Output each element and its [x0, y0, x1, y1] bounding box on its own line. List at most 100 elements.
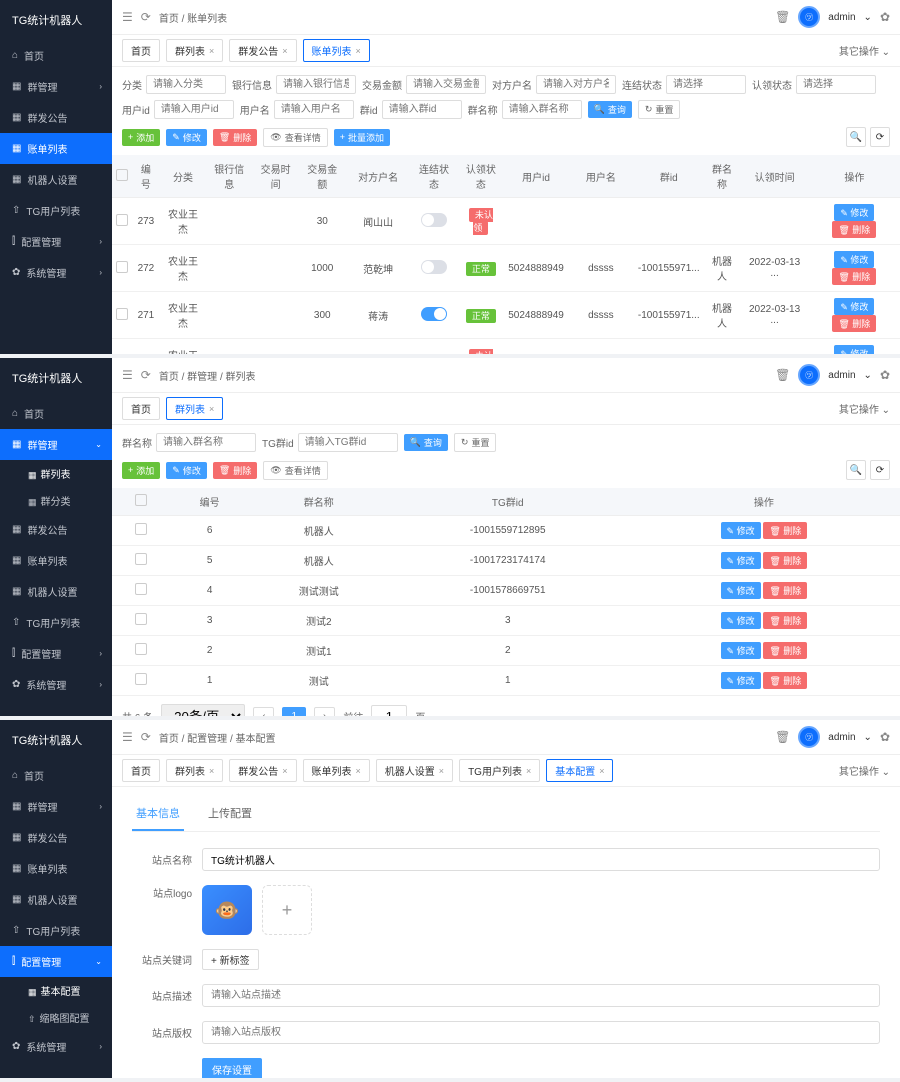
search-button[interactable]: 🔍 查询 — [404, 434, 448, 451]
refresh-icon[interactable]: ⟳ — [870, 127, 890, 147]
tab-bill-list[interactable]: 账单列表× — [303, 39, 370, 62]
groupname-input[interactable] — [156, 433, 256, 452]
reset-button[interactable]: ↻ 重置 — [454, 433, 497, 452]
nav-sys-mgmt[interactable]: ✿系统管理› — [0, 669, 112, 700]
username-label[interactable]: admin — [828, 370, 855, 381]
row-checkbox[interactable] — [116, 308, 128, 320]
detail-button[interactable]: 👁 查看详情 — [263, 128, 327, 147]
other-ops-dropdown[interactable]: 其它操作 ⌄ — [839, 401, 890, 416]
nav-group-list[interactable]: ▦群列表 — [0, 460, 112, 487]
goto-page-input[interactable] — [371, 705, 407, 716]
nav-broadcast[interactable]: ▦群发公告 — [0, 822, 112, 853]
page-1-button[interactable]: 1 — [282, 707, 306, 716]
gear-icon[interactable]: ✿ — [880, 10, 890, 24]
nav-home[interactable]: ⌂首页 — [0, 398, 112, 429]
tab-basic-info[interactable]: 基本信息 — [132, 797, 184, 831]
conn-status-select[interactable] — [666, 75, 746, 94]
tab-group-list[interactable]: 群列表× — [166, 759, 223, 782]
tab-broadcast[interactable]: 群发公告× — [229, 759, 296, 782]
row-checkbox[interactable] — [135, 673, 147, 685]
other-ops-dropdown[interactable]: 其它操作 ⌄ — [839, 43, 890, 58]
nav-basic-config[interactable]: ▦基本配置 — [0, 977, 112, 1004]
username-input[interactable] — [274, 100, 354, 119]
row-edit-button[interactable]: ✎ 修改 — [721, 522, 761, 539]
site-name-input[interactable] — [202, 848, 880, 871]
avatar[interactable]: ㋡ — [798, 364, 820, 386]
refresh-icon[interactable]: ⟳ — [141, 730, 151, 744]
row-checkbox[interactable] — [135, 553, 147, 565]
userid-input[interactable] — [154, 100, 234, 119]
nav-tg-users[interactable]: ⇧TG用户列表 — [0, 607, 112, 638]
nav-sys-mgmt[interactable]: ✿系统管理› — [0, 1031, 112, 1062]
reset-button[interactable]: ↻ 重置 — [638, 100, 681, 119]
nav-bill-list[interactable]: ▦账单列表 — [0, 853, 112, 884]
conn-toggle[interactable] — [421, 354, 447, 355]
tab-home[interactable]: 首页 — [122, 39, 160, 62]
nav-tg-users[interactable]: ⇧TG用户列表 — [0, 915, 112, 946]
copyright-input[interactable] — [202, 1021, 880, 1044]
tab-upload-config[interactable]: 上传配置 — [204, 797, 256, 831]
bank-input[interactable] — [276, 75, 356, 94]
row-edit-button[interactable]: ✎ 修改 — [721, 612, 761, 629]
refresh-icon[interactable]: ⟳ — [141, 368, 151, 382]
claim-status-select[interactable] — [796, 75, 876, 94]
save-button[interactable]: 保存设置 — [202, 1058, 262, 1078]
row-delete-button[interactable]: 🗑 删除 — [832, 221, 876, 238]
close-icon[interactable]: × — [209, 46, 214, 56]
close-icon[interactable]: × — [439, 766, 444, 776]
row-delete-button[interactable]: 🗑 删除 — [832, 315, 876, 332]
nav-home[interactable]: ⌂首页 — [0, 40, 112, 71]
menu-toggle-icon[interactable]: ☰ — [122, 10, 133, 24]
tab-group-list[interactable]: 群列表× — [166, 39, 223, 62]
row-delete-button[interactable]: 🗑 删除 — [763, 522, 807, 539]
nav-group-mgmt[interactable]: ▦群管理› — [0, 791, 112, 822]
row-delete-button[interactable]: 🗑 删除 — [763, 612, 807, 629]
row-edit-button[interactable]: ✎ 修改 — [721, 552, 761, 569]
nav-bill-list[interactable]: ▦账单列表 — [0, 545, 112, 576]
close-icon[interactable]: × — [599, 766, 604, 776]
menu-toggle-icon[interactable]: ☰ — [122, 730, 133, 744]
nav-tg-users[interactable]: ⇧TG用户列表 — [0, 195, 112, 226]
trash-icon[interactable]: 🗑 — [775, 368, 790, 382]
avatar[interactable]: ㋡ — [798, 6, 820, 28]
row-delete-button[interactable]: 🗑 删除 — [763, 552, 807, 569]
edit-button[interactable]: ✎ 修改 — [166, 129, 207, 146]
close-icon[interactable]: × — [209, 404, 214, 414]
close-icon[interactable]: × — [282, 46, 287, 56]
close-icon[interactable]: × — [356, 46, 361, 56]
row-edit-button[interactable]: ✎ 修改 — [834, 298, 874, 315]
refresh-icon[interactable]: ⟳ — [141, 10, 151, 24]
search-icon[interactable]: 🔍 — [846, 460, 866, 480]
row-checkbox[interactable] — [135, 523, 147, 535]
search-icon[interactable]: 🔍 — [846, 127, 866, 147]
nav-config[interactable]: ⫿配置管理› — [0, 226, 112, 257]
search-button[interactable]: 🔍 查询 — [588, 101, 632, 118]
desc-input[interactable] — [202, 984, 880, 1007]
nav-sys-mgmt[interactable]: ✿系统管理› — [0, 257, 112, 288]
new-tag-button[interactable]: + 新标签 — [202, 949, 259, 970]
nav-bot-settings[interactable]: ▦机器人设置 — [0, 164, 112, 195]
add-button[interactable]: + 添加 — [122, 129, 160, 146]
nav-broadcast[interactable]: ▦群发公告 — [0, 514, 112, 545]
close-icon[interactable]: × — [282, 766, 287, 776]
tab-home[interactable]: 首页 — [122, 759, 160, 782]
conn-toggle[interactable] — [421, 307, 447, 321]
nav-home[interactable]: ⌂首页 — [0, 760, 112, 791]
gear-icon[interactable]: ✿ — [880, 368, 890, 382]
trash-icon[interactable]: 🗑 — [775, 10, 790, 24]
delete-button[interactable]: 🗑 删除 — [213, 129, 257, 146]
row-delete-button[interactable]: 🗑 删除 — [763, 582, 807, 599]
row-edit-button[interactable]: ✎ 修改 — [721, 642, 761, 659]
select-all-checkbox[interactable] — [116, 169, 128, 181]
row-checkbox[interactable] — [135, 643, 147, 655]
close-icon[interactable]: × — [526, 766, 531, 776]
nav-group-mgmt[interactable]: ▦群管理⌄ — [0, 429, 112, 460]
tab-bot-settings[interactable]: 机器人设置× — [376, 759, 453, 782]
select-all-checkbox[interactable] — [135, 494, 147, 506]
menu-toggle-icon[interactable]: ☰ — [122, 368, 133, 382]
tab-home[interactable]: 首页 — [122, 397, 160, 420]
row-checkbox[interactable] — [116, 214, 128, 226]
nav-broadcast[interactable]: ▦群发公告 — [0, 102, 112, 133]
row-edit-button[interactable]: ✎ 修改 — [834, 251, 874, 268]
conn-toggle[interactable] — [421, 260, 447, 274]
